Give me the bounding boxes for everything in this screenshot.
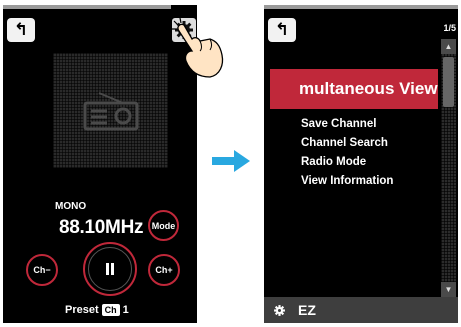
menu-item-channel-search[interactable]: Channel Search (301, 134, 393, 153)
radio-icon (83, 92, 139, 131)
top-status-line (3, 5, 171, 9)
top-status-line (264, 5, 458, 9)
bottom-bar: EZ (264, 297, 458, 323)
mode-button-label: Mode (151, 220, 176, 231)
preset-number: 1 (122, 304, 129, 316)
gear-icon[interactable] (273, 304, 286, 317)
chevron-down-icon: ▼ (444, 285, 453, 294)
back-arrow-icon: ↰ (13, 20, 29, 40)
menu-item-radio-mode[interactable]: Radio Mode (301, 153, 393, 172)
scroll-up-button[interactable]: ▲ (441, 39, 456, 54)
page-counter: 1/5 (443, 23, 456, 33)
preset-indicator: Preset Ch 1 (65, 304, 129, 316)
back-button[interactable]: ↰ (268, 18, 296, 42)
play-pause-button[interactable] (83, 242, 137, 296)
menu-item-selected[interactable]: multaneous View (270, 69, 438, 109)
menu-item-view-information[interactable]: View Information (301, 172, 393, 191)
preset-channel-badge: Ch (101, 304, 120, 316)
album-art (53, 53, 168, 168)
frequency-display: 88.10MHz (59, 217, 144, 238)
channel-down-label: Ch− (33, 265, 51, 275)
left-screen: ↰ MONO 88.10MHz Mode Ch− Ch+ Preset Ch 1 (3, 5, 197, 323)
pause-icon (106, 263, 114, 275)
menu-item-selected-label: multaneous View (299, 79, 438, 98)
ez-mode-label[interactable]: EZ (298, 302, 316, 318)
channel-down-button[interactable]: Ch− (26, 254, 58, 286)
menu-item-save-channel[interactable]: Save Channel (301, 115, 393, 134)
audio-mode-label: MONO (55, 201, 87, 212)
channel-up-label: Ch+ (155, 265, 173, 275)
tap-hand-icon (172, 17, 224, 78)
chevron-up-icon: ▲ (444, 42, 453, 51)
preset-label: Preset (65, 304, 99, 316)
mode-button[interactable]: Mode (148, 210, 179, 241)
menu-list: Save Channel Channel Search Radio Mode V… (301, 115, 393, 191)
scrollbar[interactable]: ▲ ▼ (441, 39, 456, 297)
back-arrow-icon: ↰ (274, 20, 290, 40)
channel-up-button[interactable]: Ch+ (148, 254, 180, 286)
right-screen: ↰ 1/5 multaneous View Save Channel Chann… (264, 5, 458, 323)
back-button[interactable]: ↰ (7, 18, 35, 42)
scroll-thumb[interactable] (443, 57, 454, 107)
transition-arrow-icon (212, 150, 250, 172)
scroll-down-button[interactable]: ▼ (441, 282, 456, 297)
